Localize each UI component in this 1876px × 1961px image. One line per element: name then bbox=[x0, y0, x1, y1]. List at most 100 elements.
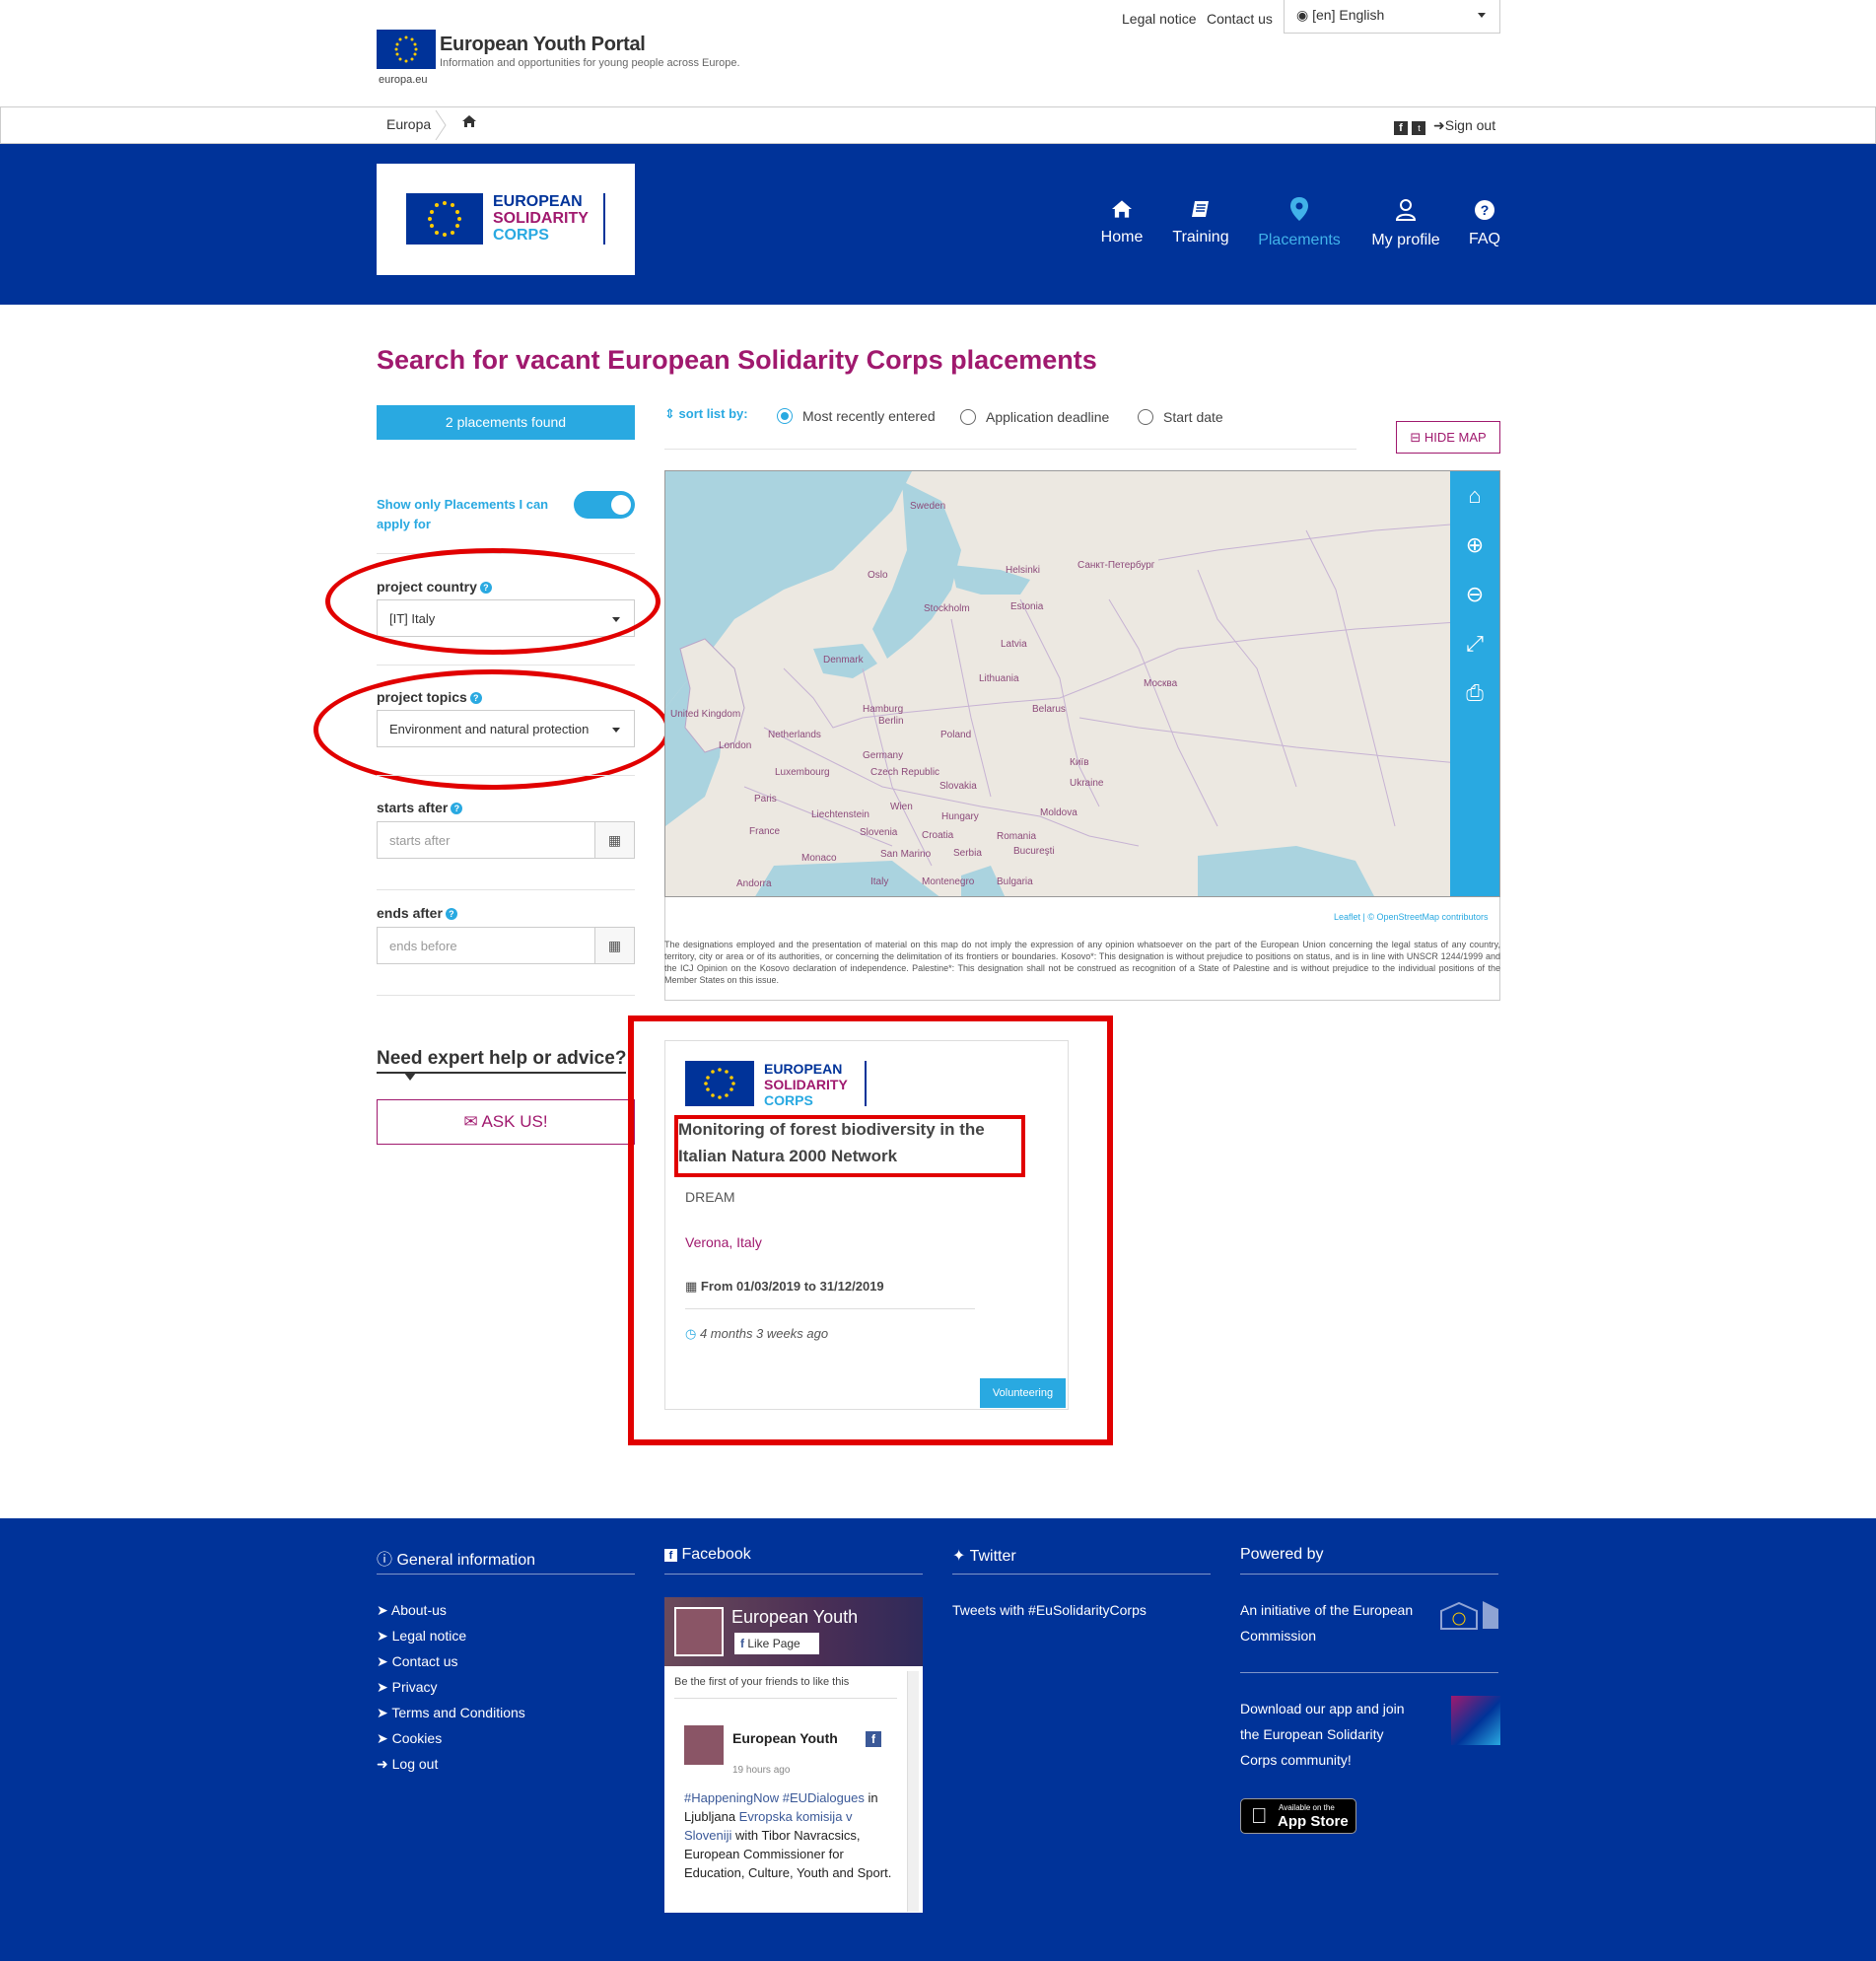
sort-radio-deadline[interactable] bbox=[960, 409, 976, 425]
esc-logo[interactable]: EUROPEAN SOLIDARITY CORPS bbox=[377, 164, 635, 275]
portal-title[interactable]: European Youth Portal bbox=[440, 34, 646, 56]
zoom-in-icon[interactable]: ⊕ bbox=[1450, 521, 1499, 570]
nav-my-profile[interactable]: My profile bbox=[1366, 198, 1445, 249]
hide-map-button[interactable]: ⊟ HIDE MAP bbox=[1396, 421, 1500, 454]
info-icon: ⓘ bbox=[377, 1552, 393, 1569]
zoom-out-icon[interactable]: ⊖ bbox=[1450, 570, 1499, 619]
facebook-page-name[interactable]: European Youth bbox=[731, 1607, 858, 1628]
sort-option-start[interactable]: Start date bbox=[1163, 409, 1223, 425]
map-home-icon[interactable]: ⌂ bbox=[1450, 471, 1499, 521]
book-icon bbox=[1169, 199, 1232, 225]
placements-map[interactable]: Sweden Oslo Helsinki Санкт-Петербург Stockho… bbox=[664, 470, 1500, 897]
facebook-scrollbar[interactable] bbox=[907, 1671, 919, 1912]
nav-placements-label: Placements bbox=[1258, 232, 1341, 248]
nav-placements[interactable]: Placements bbox=[1255, 196, 1344, 249]
footer-rule bbox=[377, 1574, 635, 1575]
nav-training[interactable]: Training bbox=[1169, 199, 1232, 246]
map-attribution[interactable]: Leaflet | © OpenStreetMap contributors bbox=[1334, 912, 1489, 922]
eu-flag-logo[interactable] bbox=[377, 30, 436, 69]
footer-link-cookies[interactable]: ➤ Cookies bbox=[377, 1730, 525, 1756]
nav-home-label: Home bbox=[1100, 229, 1144, 245]
sort-radio-start[interactable] bbox=[1138, 409, 1153, 425]
sign-out-link[interactable]: ➜Sign out bbox=[1433, 117, 1495, 134]
starts-after-input[interactable]: starts after ▦ bbox=[377, 821, 635, 859]
facebook-page-avatar[interactable] bbox=[674, 1607, 724, 1656]
map-place-label: United Kingdom bbox=[670, 709, 741, 720]
question-icon: ? bbox=[1467, 199, 1502, 227]
filter-divider bbox=[377, 995, 635, 996]
facebook-post-author[interactable]: European Youth bbox=[732, 1730, 838, 1746]
starts-after-placeholder: starts after bbox=[389, 833, 451, 848]
footer-general-title: ⓘ General information bbox=[377, 1552, 535, 1569]
facebook-icon[interactable]: f bbox=[1394, 121, 1408, 135]
twitter-icon[interactable]: t bbox=[1412, 121, 1426, 135]
map-place-label: Helsinki bbox=[1006, 565, 1041, 576]
calendar-icon[interactable]: ▦ bbox=[594, 822, 634, 858]
footer-link-about[interactable]: ➤ About-us bbox=[377, 1602, 525, 1628]
legal-notice-link[interactable]: Legal notice bbox=[1122, 11, 1197, 27]
contact-us-link[interactable]: Contact us bbox=[1207, 11, 1273, 27]
european-commission-logo[interactable] bbox=[1431, 1597, 1500, 1633]
facebook-like-button[interactable]: f Like Page bbox=[734, 1633, 819, 1654]
sort-option-deadline[interactable]: Application deadline bbox=[986, 409, 1109, 425]
map-place-label: Bulgaria bbox=[997, 876, 1033, 887]
filter-divider bbox=[377, 889, 635, 890]
social-icons[interactable]: f t bbox=[1394, 118, 1426, 136]
footer bbox=[0, 1518, 1876, 1961]
map-place-label: Estonia bbox=[1010, 601, 1044, 612]
sort-divider bbox=[664, 449, 1356, 450]
top-header bbox=[0, 0, 1876, 106]
twitter-hashtag-link[interactable]: Tweets with #EuSolidarityCorps bbox=[952, 1602, 1146, 1618]
language-select[interactable]: ◉ [en] English bbox=[1284, 0, 1500, 34]
app-store-badge[interactable]:  Available on the App Store bbox=[1240, 1798, 1356, 1834]
map-place-label: Hamburg bbox=[863, 704, 904, 715]
eligible-only-toggle[interactable] bbox=[574, 491, 635, 519]
esc-app-icon[interactable] bbox=[1451, 1696, 1500, 1745]
footer-link-terms[interactable]: ➤ Terms and Conditions bbox=[377, 1705, 525, 1730]
twitter-icon: ✦ bbox=[952, 1548, 966, 1565]
logo-divider bbox=[603, 193, 605, 245]
portal-subtitle: Information and opportunities for young … bbox=[440, 57, 740, 69]
ends-after-input[interactable]: ends before ▦ bbox=[377, 927, 635, 964]
sort-label: ⇕ sort list by: bbox=[664, 406, 748, 421]
map-place-label: Ukraine bbox=[1070, 778, 1104, 789]
starts-after-label: starts after? bbox=[377, 800, 463, 815]
facebook-icon[interactable]: f bbox=[866, 1731, 881, 1747]
map-place-label: Moldova bbox=[1040, 807, 1077, 818]
map-place-label: Oslo bbox=[868, 570, 888, 581]
sort-radio-recent[interactable] bbox=[777, 408, 793, 424]
ask-us-button[interactable]: ✉ ASK US! bbox=[377, 1099, 635, 1145]
map-place-label: France bbox=[749, 826, 781, 837]
footer-link-privacy[interactable]: ➤ Privacy bbox=[377, 1679, 525, 1705]
map-place-label: Denmark bbox=[823, 655, 864, 665]
sort-icon: ⇕ bbox=[664, 406, 675, 421]
placements-found-button[interactable]: 2 placements found bbox=[377, 405, 635, 440]
fullscreen-icon[interactable]: ⤢ bbox=[1450, 619, 1499, 668]
brand-line-solidarity: SOLIDARITY bbox=[493, 210, 589, 227]
footer-link-contact[interactable]: ➤ Contact us bbox=[377, 1653, 525, 1679]
breadcrumb-europa-link[interactable]: Europa bbox=[386, 116, 431, 132]
help-icon[interactable]: ? bbox=[451, 803, 463, 814]
print-icon[interactable]: ⎙ bbox=[1450, 668, 1499, 718]
annotation-box-card bbox=[628, 1016, 1113, 1445]
home-icon[interactable] bbox=[461, 114, 477, 133]
map-place-label: Санкт-Петербург bbox=[1077, 560, 1155, 571]
map-place-label: Hungary bbox=[941, 811, 979, 822]
nav-faq-label: FAQ bbox=[1468, 231, 1500, 247]
language-value: [en] English bbox=[1312, 7, 1385, 23]
map-place-label: Czech Republic bbox=[870, 767, 940, 778]
footer-link-logout[interactable]: ➜ Log out bbox=[377, 1756, 525, 1782]
sort-option-recent[interactable]: Most recently entered bbox=[802, 408, 936, 424]
map-place-label: Luxembourg bbox=[775, 767, 830, 778]
footer-facebook-title: f Facebook bbox=[664, 1546, 751, 1564]
footer-rule bbox=[1240, 1574, 1498, 1575]
facebook-post-hashtags[interactable]: #HappeningNow #EUDialogues bbox=[684, 1790, 865, 1805]
title-pointer bbox=[404, 1073, 416, 1081]
calendar-icon[interactable]: ▦ bbox=[594, 928, 634, 963]
help-icon[interactable]: ? bbox=[445, 908, 457, 920]
facebook-post-avatar[interactable] bbox=[684, 1725, 724, 1765]
nav-faq[interactable]: ? FAQ bbox=[1467, 199, 1502, 248]
brand-line-corps: CORPS bbox=[493, 227, 549, 244]
footer-link-legal[interactable]: ➤ Legal notice bbox=[377, 1628, 525, 1653]
nav-home[interactable]: Home bbox=[1097, 199, 1146, 246]
